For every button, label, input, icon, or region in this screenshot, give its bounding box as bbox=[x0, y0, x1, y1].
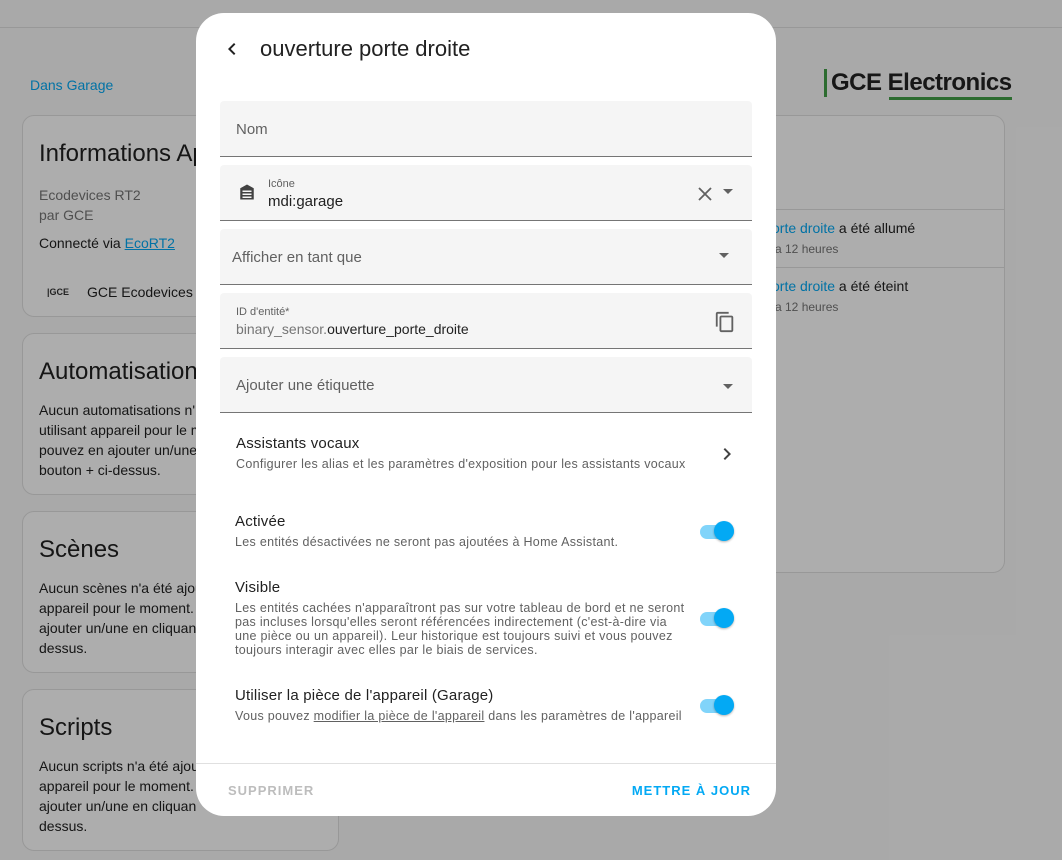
use-device-area-desc: Vous pouvez modifier la pièce de l'appar… bbox=[235, 709, 682, 723]
visible-title: Visible bbox=[235, 579, 281, 596]
entity-settings-dialog: ouverture porte droite Nom Icône mdi:gar… bbox=[196, 13, 776, 816]
enabled-title: Activée bbox=[235, 513, 286, 530]
name-placeholder: Nom bbox=[236, 121, 268, 138]
dialog-header: ouverture porte droite bbox=[196, 13, 776, 85]
name-field[interactable]: Nom bbox=[220, 101, 752, 157]
add-label-select[interactable]: Ajouter une étiquette bbox=[220, 357, 752, 413]
entity-id-field[interactable]: ID d'entité* binary_sensor.ouverture_por… bbox=[220, 293, 752, 349]
enabled-desc: Les entités désactivées ne seront pas aj… bbox=[235, 535, 619, 549]
enabled-toggle[interactable] bbox=[698, 519, 734, 541]
copy-icon[interactable] bbox=[714, 311, 736, 333]
dropdown-caret-icon bbox=[719, 253, 729, 258]
update-button[interactable]: METTRE À JOUR bbox=[632, 783, 751, 798]
visible-toggle[interactable] bbox=[698, 606, 734, 628]
icon-label: Icône bbox=[268, 178, 295, 190]
icon-value: mdi:garage bbox=[268, 193, 344, 210]
dialog-title: ouverture porte droite bbox=[260, 36, 471, 61]
chevron-right-icon bbox=[723, 448, 731, 460]
use-device-area-toggle[interactable] bbox=[698, 693, 734, 715]
dialog-footer-divider bbox=[196, 763, 776, 764]
dropdown-caret-icon[interactable] bbox=[723, 189, 733, 194]
change-device-area-link[interactable]: modifier la pièce de l'appareil bbox=[314, 709, 485, 723]
voice-assistants-desc: Configurer les alias et les paramètres d… bbox=[236, 457, 686, 471]
voice-assistants-title: Assistants vocaux bbox=[236, 435, 360, 452]
use-device-area-title: Utiliser la pièce de l'appareil (Garage) bbox=[235, 687, 494, 704]
back-button[interactable] bbox=[220, 37, 244, 61]
show-as-placeholder: Afficher en tant que bbox=[232, 249, 362, 266]
voice-assistants-row[interactable]: Assistants vocaux Configurer les alias e… bbox=[220, 427, 752, 477]
dropdown-caret-icon bbox=[723, 384, 733, 389]
entity-id-value: binary_sensor.ouverture_porte_droite bbox=[236, 321, 469, 337]
add-label-placeholder: Ajouter une étiquette bbox=[236, 377, 375, 394]
clear-icon[interactable] bbox=[698, 187, 712, 201]
delete-button[interactable]: SUPPRIMER bbox=[228, 783, 314, 798]
visible-desc: Les entités cachées n'apparaîtront pas s… bbox=[235, 601, 685, 657]
show-as-select[interactable]: Afficher en tant que bbox=[220, 229, 752, 285]
garage-icon bbox=[240, 184, 254, 200]
icon-picker-field[interactable]: Icône mdi:garage bbox=[220, 165, 752, 221]
chevron-left-icon bbox=[228, 43, 236, 55]
entity-id-label: ID d'entité* bbox=[236, 306, 290, 318]
